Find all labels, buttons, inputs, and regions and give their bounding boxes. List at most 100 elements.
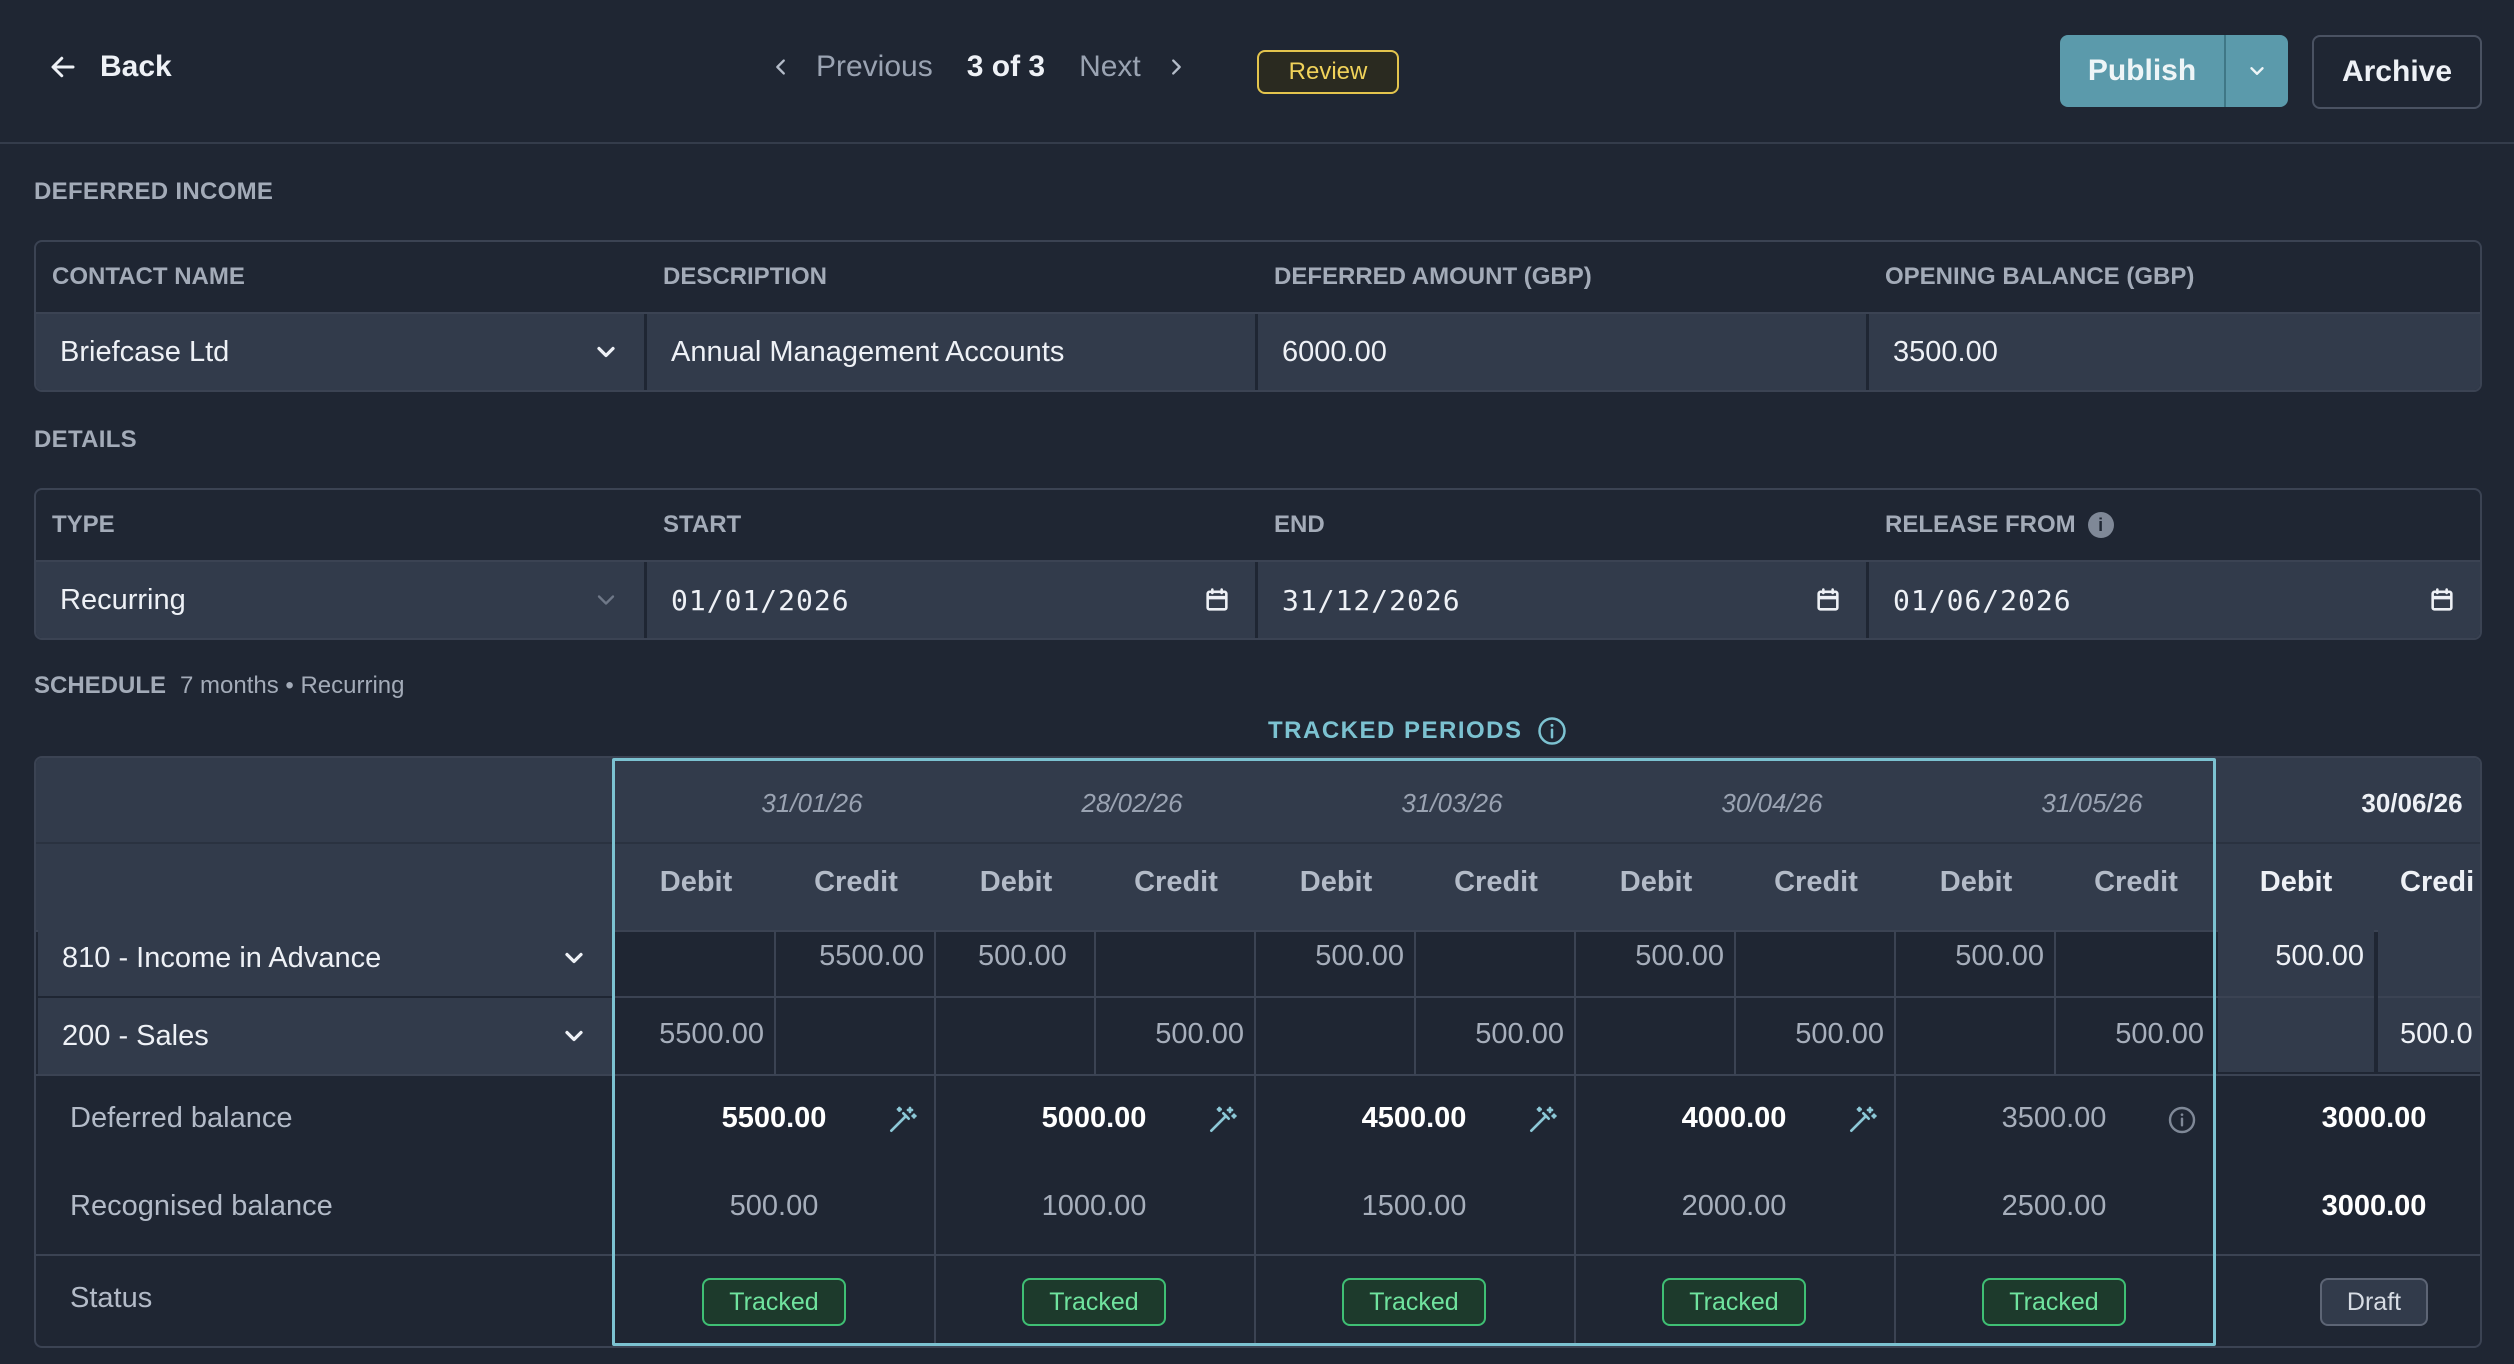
magic-wand-icon[interactable]	[886, 1104, 918, 1136]
deferred-amount-field[interactable]: 6000.00	[1258, 314, 1869, 390]
calendar-icon[interactable]	[1814, 586, 1842, 614]
credit-header: Credi	[2400, 866, 2475, 898]
period-date: 31/01/26	[761, 788, 863, 818]
magic-wand-icon[interactable]	[1846, 1104, 1878, 1136]
details-grid: TYPE START END RELEASE FROM i Recurring …	[34, 488, 2482, 640]
credit-cell[interactable]: 5500.00	[776, 940, 934, 973]
info-icon[interactable]	[2166, 1104, 2198, 1136]
recognised-balance-value: 1500.00	[1361, 1190, 1467, 1222]
recognised-balance-value: 2000.00	[1681, 1190, 1787, 1222]
debit-header: Debit	[1619, 866, 1693, 898]
debit-header: Debit	[659, 866, 733, 898]
chevron-down-icon	[597, 595, 615, 605]
calendar-icon[interactable]	[1203, 586, 1231, 614]
previous-button[interactable]: Previous	[770, 50, 933, 84]
deferred-income-grid: CONTACT NAME DESCRIPTION DEFERRED AMOUNT…	[34, 240, 2482, 392]
column-header: CONTACT NAME	[52, 263, 245, 290]
magic-wand-icon[interactable]	[1206, 1104, 1238, 1136]
chevron-left-icon	[776, 59, 785, 75]
credit-header: Credit	[814, 866, 898, 898]
status-badge: Tracked	[1662, 1278, 1806, 1326]
magic-wand-icon[interactable]	[1526, 1104, 1558, 1136]
status-badge: Tracked	[702, 1278, 846, 1326]
status-badge: Review	[1257, 50, 1399, 94]
deferred-income-input-row: Briefcase Ltd Annual Management Accounts…	[36, 314, 2480, 390]
release-from-date-input[interactable]: 01/06/2026	[1869, 562, 2480, 638]
account-name: 810 - Income in Advance	[62, 941, 382, 974]
status-label: Status	[70, 1282, 153, 1314]
info-icon[interactable]	[1537, 716, 1567, 746]
column-header: DESCRIPTION	[663, 263, 828, 290]
deferred-income-header-row: CONTACT NAME DESCRIPTION DEFERRED AMOUNT…	[36, 242, 2480, 314]
end-date-value: 31/12/2026	[1282, 583, 1461, 617]
description-value: Annual Management Accounts	[671, 335, 1065, 368]
credit-cell[interactable]: 500.0	[2376, 1018, 2480, 1051]
info-icon[interactable]: i	[2087, 512, 2114, 538]
schedule-table: 31/01/26 28/02/26 31/03/26 30/04/26 31/0…	[34, 756, 2482, 1348]
period-date: 31/05/26	[2041, 788, 2143, 818]
contact-name-select[interactable]: Briefcase Ltd	[36, 314, 647, 390]
period-date: 31/03/26	[1401, 788, 1503, 818]
debit-cell[interactable]: 500.00	[1896, 940, 2054, 973]
page-indicator: 3 of 3	[966, 50, 1046, 83]
release-from-header: RELEASE FROM i	[1869, 490, 2480, 560]
credit-cell[interactable]: 500.00	[2056, 1018, 2214, 1051]
back-button[interactable]: Back	[48, 50, 172, 84]
debit-cell[interactable]: 500.00	[936, 940, 1094, 973]
back-label: Back	[100, 50, 172, 83]
schedule-heading: SCHEDULE	[34, 672, 167, 699]
input-cell-bg	[2378, 922, 2480, 996]
type-select[interactable]: Recurring	[36, 562, 647, 638]
opening-balance-field[interactable]: 3500.00	[1869, 314, 2480, 390]
publish-button[interactable]: Publish	[2060, 35, 2224, 107]
opening-balance-value: 3500.00	[1893, 335, 1998, 368]
deferred-balance-value: 3000.00	[2321, 1102, 2427, 1134]
debit-header: Debit	[2259, 866, 2333, 898]
status-badge: Tracked	[1342, 1278, 1486, 1326]
publish-options-button[interactable]	[2226, 35, 2288, 107]
credit-cell[interactable]: 500.00	[1096, 1018, 1254, 1051]
debit-header: Debit	[1299, 866, 1373, 898]
schedule-subtitle: 7 months • Recurring	[180, 672, 405, 699]
credit-cell[interactable]: 500.00	[1736, 1018, 1894, 1051]
deferred-income-heading: DEFERRED INCOME	[34, 178, 274, 205]
tracked-periods-text: TRACKED PERIODS	[1268, 717, 1523, 744]
description-field[interactable]: Annual Management Accounts	[647, 314, 1258, 390]
account-select-sales[interactable]: 200 - Sales	[38, 998, 614, 1074]
debit-header: Debit	[1939, 866, 2013, 898]
deferred-amount-value: 6000.00	[1282, 335, 1387, 368]
period-date: 30/06/26	[2361, 788, 2463, 818]
end-date-input[interactable]: 31/12/2026	[1258, 562, 1869, 638]
next-button[interactable]: Next	[1079, 50, 1187, 84]
debit-cell[interactable]: 500.00	[1576, 940, 1734, 973]
archive-button[interactable]: Archive	[2312, 35, 2482, 109]
period-date: 30/04/26	[1721, 788, 1823, 818]
details-header-row: TYPE START END RELEASE FROM i	[36, 490, 2480, 562]
column-header: TYPE	[52, 511, 115, 538]
account-select-income-in-advance[interactable]: 810 - Income in Advance	[38, 920, 614, 996]
details-heading: DETAILS	[34, 426, 137, 453]
column-header: START	[663, 511, 742, 538]
chevron-down-icon	[2250, 67, 2264, 75]
schedule-header-background	[36, 758, 2480, 930]
recognised-balance-value: 1000.00	[1041, 1190, 1147, 1222]
type-value: Recurring	[60, 583, 186, 616]
next-label: Next	[1079, 50, 1141, 83]
contact-name-value: Briefcase Ltd	[60, 335, 230, 368]
start-date-input[interactable]: 01/01/2026	[647, 562, 1258, 638]
debit-cell[interactable]: 5500.00	[616, 1018, 774, 1051]
debit-cell[interactable]: 500.00	[2216, 940, 2374, 973]
chevron-down-icon	[565, 952, 583, 964]
credit-cell[interactable]: 500.00	[1416, 1018, 1574, 1051]
calendar-icon[interactable]	[2428, 586, 2456, 614]
debit-cell[interactable]: 500.00	[1256, 940, 1414, 973]
chevron-down-icon	[597, 346, 615, 358]
period-date: 28/02/26	[1081, 788, 1183, 818]
arrow-left-icon	[51, 56, 75, 78]
credit-header: Credit	[1134, 866, 1218, 898]
status-badge: Draft	[2320, 1278, 2428, 1326]
deferred-balance-label: Deferred balance	[70, 1102, 293, 1134]
release-from-value: 01/06/2026	[1893, 583, 2072, 617]
credit-header: Credit	[1454, 866, 1538, 898]
recognised-balance-value: 500.00	[729, 1190, 819, 1222]
